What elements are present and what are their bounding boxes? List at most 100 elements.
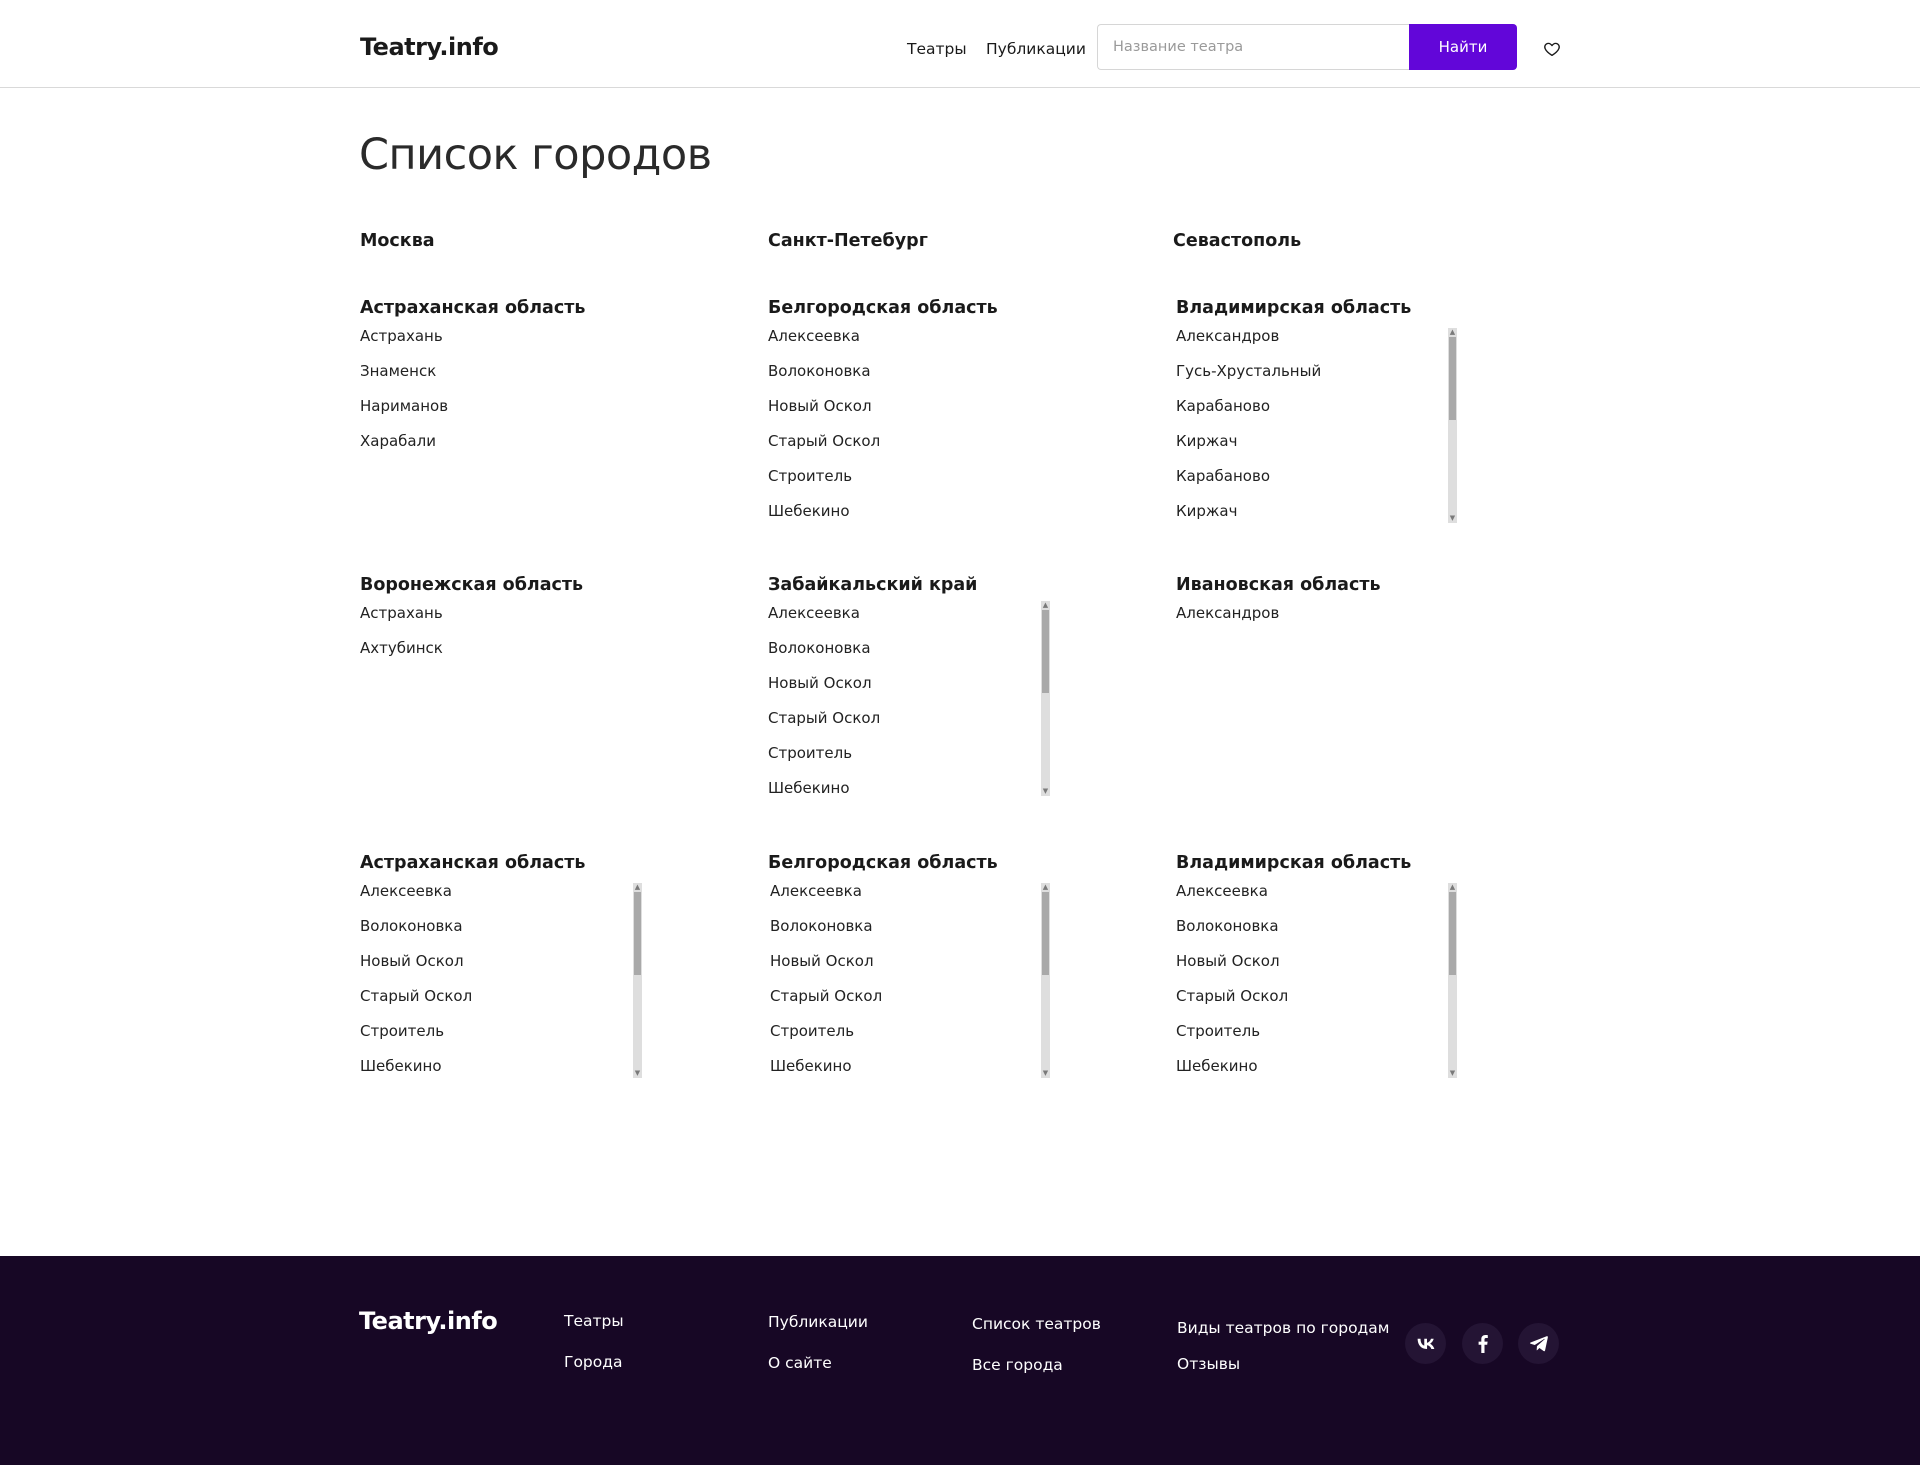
- region-city-link[interactable]: Ахтубинск: [360, 636, 650, 671]
- region-city-link[interactable]: Новый Оскол: [360, 949, 650, 984]
- region-city-link[interactable]: Волоконовка: [768, 914, 1058, 949]
- region-city-link[interactable]: Нариманов: [360, 394, 650, 429]
- scroll-down-arrow-icon[interactable]: ▼: [633, 1069, 642, 1078]
- region-city-link[interactable]: Строитель: [768, 741, 1058, 776]
- region-city-link[interactable]: Алексеевка: [768, 601, 1058, 636]
- footer-link-theater-types[interactable]: Виды театров по городам: [1177, 1319, 1389, 1337]
- region-city-list: Астрахань Ахтубинск: [360, 601, 650, 671]
- region-city-link[interactable]: Старый Оскол: [360, 984, 650, 1019]
- scroll-down-arrow-icon[interactable]: ▼: [1041, 787, 1050, 796]
- region-city-link[interactable]: Шебекино: [360, 1054, 650, 1089]
- region-list-scrollbar[interactable]: ▲ ▼: [1041, 601, 1050, 796]
- region-city-link[interactable]: Старый Оскол: [768, 984, 1058, 1019]
- region-block: Владимирская область Александров Гусь-Хр…: [1176, 294, 1466, 534]
- region-city-list: Александров: [1176, 601, 1466, 636]
- footer-link-theaters[interactable]: Театры: [564, 1312, 624, 1330]
- nav-publications-link[interactable]: Публикации: [986, 40, 1086, 58]
- region-block: Воронежская область Астрахань Ахтубинск: [360, 571, 650, 671]
- scroll-up-arrow-icon[interactable]: ▲: [1041, 601, 1050, 610]
- footer-link-theater-list[interactable]: Список театров: [972, 1315, 1101, 1333]
- region-city-link[interactable]: Александров: [1176, 324, 1466, 359]
- region-list-scrollbar[interactable]: ▲ ▼: [1448, 328, 1457, 523]
- region-city-link[interactable]: Алексеевка: [1176, 879, 1466, 914]
- scrollbar-thumb[interactable]: [1449, 892, 1456, 975]
- region-city-link[interactable]: Астрахань: [360, 601, 650, 636]
- facebook-icon[interactable]: [1462, 1323, 1503, 1364]
- region-title: Ивановская область: [1176, 575, 1381, 595]
- region-block: Астраханская область Астрахань Знаменск …: [360, 294, 650, 464]
- footer-link-reviews[interactable]: Отзывы: [1177, 1355, 1240, 1373]
- region-city-link[interactable]: Новый Оскол: [1176, 949, 1466, 984]
- scroll-down-arrow-icon[interactable]: ▼: [1041, 1069, 1050, 1078]
- region-city-link[interactable]: Волоконовка: [768, 359, 1058, 394]
- scrollbar-thumb[interactable]: [1449, 337, 1456, 420]
- region-city-link[interactable]: Строитель: [1176, 1019, 1466, 1054]
- search-button[interactable]: Найти: [1409, 24, 1517, 70]
- region-city-link[interactable]: Новый Оскол: [768, 949, 1058, 984]
- scroll-up-arrow-icon[interactable]: ▲: [633, 883, 642, 892]
- scroll-down-arrow-icon[interactable]: ▼: [1448, 1069, 1457, 1078]
- region-list-scrollbar[interactable]: ▲ ▼: [1448, 883, 1457, 1078]
- region-city-link[interactable]: Алексеевка: [768, 324, 1058, 359]
- scrollbar-thumb[interactable]: [1042, 610, 1049, 693]
- region-city-link[interactable]: Алексеевка: [768, 879, 1058, 914]
- region-list-scrollbar[interactable]: ▲ ▼: [633, 883, 642, 1078]
- footer-link-publications[interactable]: Публикации: [768, 1313, 868, 1331]
- region-city-link[interactable]: Гусь-Хрустальный: [1176, 359, 1466, 394]
- region-city-link[interactable]: Карабаново: [1176, 464, 1466, 499]
- city-link-moscow[interactable]: Москва: [360, 231, 435, 251]
- region-city-link[interactable]: Александров: [1176, 601, 1466, 636]
- region-city-link[interactable]: Шебекино: [768, 499, 1058, 534]
- region-city-link[interactable]: Старый Оскол: [768, 429, 1058, 464]
- region-block: Ивановская область Александров: [1176, 571, 1466, 636]
- heart-icon[interactable]: [1543, 40, 1561, 58]
- region-city-link[interactable]: Знаменск: [360, 359, 650, 394]
- footer-link-about[interactable]: О сайте: [768, 1354, 832, 1372]
- region-city-link[interactable]: Харабали: [360, 429, 650, 464]
- region-city-list: Алексеевка Волоконовка Новый Оскол Стары…: [1176, 879, 1466, 1089]
- page-title: Список городов: [359, 130, 712, 180]
- search-input[interactable]: [1097, 24, 1410, 70]
- region-block: Забайкальский край Алексеевка Волоконовк…: [768, 571, 1058, 811]
- region-city-link[interactable]: Волоконовка: [768, 636, 1058, 671]
- region-city-link[interactable]: Волоконовка: [360, 914, 650, 949]
- region-city-link[interactable]: Старый Оскол: [768, 706, 1058, 741]
- region-city-link[interactable]: Строитель: [360, 1019, 650, 1054]
- site-logo[interactable]: Teatry.info: [360, 33, 499, 61]
- scrollbar-thumb[interactable]: [634, 892, 641, 975]
- scrollbar-thumb[interactable]: [1042, 892, 1049, 975]
- region-block: Белгородская область Алексеевка Волоконо…: [768, 849, 1058, 1089]
- region-city-link[interactable]: Карабаново: [1176, 394, 1466, 429]
- telegram-icon[interactable]: [1518, 1323, 1559, 1364]
- scroll-up-arrow-icon[interactable]: ▲: [1448, 883, 1457, 892]
- region-city-link[interactable]: Шебекино: [768, 1054, 1058, 1089]
- scroll-up-arrow-icon[interactable]: ▲: [1041, 883, 1050, 892]
- region-city-link[interactable]: Шебекино: [1176, 1054, 1466, 1089]
- city-link-sevastopol[interactable]: Севастополь: [1173, 231, 1301, 251]
- region-city-link[interactable]: Старый Оскол: [1176, 984, 1466, 1019]
- region-city-link[interactable]: Киржач: [1176, 499, 1466, 534]
- footer-link-cities[interactable]: Города: [564, 1353, 622, 1371]
- scroll-up-arrow-icon[interactable]: ▲: [1448, 328, 1457, 337]
- region-block: Астраханская область Алексеевка Волоконо…: [360, 849, 650, 1089]
- city-link-saint-petersburg[interactable]: Санкт-Петебург: [768, 231, 928, 251]
- scroll-down-arrow-icon[interactable]: ▼: [1448, 514, 1457, 523]
- region-city-link[interactable]: Шебекино: [768, 776, 1058, 811]
- region-city-link[interactable]: Строитель: [768, 1019, 1058, 1054]
- region-city-link[interactable]: Алексеевка: [360, 879, 650, 914]
- vk-icon[interactable]: [1405, 1323, 1446, 1364]
- region-city-list: Алексеевка Волоконовка Новый Оскол Стары…: [768, 601, 1058, 811]
- region-city-link[interactable]: Астрахань: [360, 324, 650, 359]
- footer-logo[interactable]: Teatry.info: [359, 1307, 498, 1335]
- footer-link-all-cities[interactable]: Все города: [972, 1356, 1063, 1374]
- region-city-link[interactable]: Волоконовка: [1176, 914, 1466, 949]
- region-list-scrollbar[interactable]: ▲ ▼: [1041, 883, 1050, 1078]
- region-city-link[interactable]: Киржач: [1176, 429, 1466, 464]
- nav-theaters-link[interactable]: Театры: [907, 40, 967, 58]
- site-header: Teatry.info Театры Публикации Найти: [0, 0, 1920, 88]
- region-city-list: Александров Гусь-Хрустальный Карабаново …: [1176, 324, 1466, 534]
- region-city-link[interactable]: Новый Оскол: [768, 394, 1058, 429]
- region-city-link[interactable]: Новый Оскол: [768, 671, 1058, 706]
- region-block: Белгородская область Алексеевка Волоконо…: [768, 294, 1058, 534]
- region-city-link[interactable]: Строитель: [768, 464, 1058, 499]
